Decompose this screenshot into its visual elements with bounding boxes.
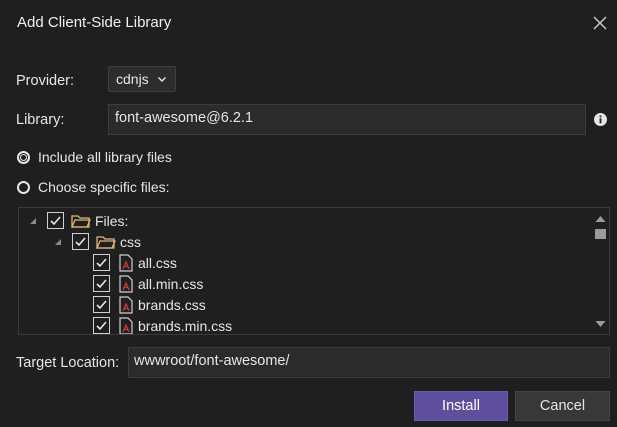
provider-select[interactable]: cdnjs xyxy=(108,66,176,92)
provider-value: cdnjs xyxy=(116,71,149,87)
file-checkbox[interactable] xyxy=(93,275,110,292)
target-location-input[interactable]: wwwroot/font-awesome/ xyxy=(128,347,610,378)
library-input[interactable]: font-awesome@6.2.1 xyxy=(108,104,586,135)
install-button[interactable]: Install xyxy=(414,391,508,421)
target-location-label: Target Location: xyxy=(16,355,120,371)
file-checkbox[interactable] xyxy=(93,317,110,334)
checkmark-icon xyxy=(75,237,86,247)
vertical-scrollbar[interactable] xyxy=(592,208,609,334)
chevron-down-icon xyxy=(157,77,166,82)
scroll-down-icon[interactable] xyxy=(595,320,606,328)
info-button[interactable] xyxy=(593,112,608,127)
cancel-button[interactable]: Cancel xyxy=(515,391,610,421)
file-icon xyxy=(119,316,133,334)
checkmark-icon xyxy=(96,300,107,310)
expander-icon[interactable] xyxy=(54,238,62,246)
tree-row-file[interactable]: all.css xyxy=(93,252,177,273)
close-button[interactable] xyxy=(590,13,610,33)
radio-unchecked-icon xyxy=(17,180,30,194)
tree-label-file: brands.css xyxy=(138,296,206,313)
file-icon xyxy=(119,253,133,272)
expander-icon[interactable] xyxy=(29,217,37,225)
tree-row-file[interactable]: brands.css xyxy=(93,294,206,315)
checkmark-icon xyxy=(96,279,107,289)
checkmark-icon xyxy=(96,321,107,331)
file-icon xyxy=(119,274,133,293)
checkmark-icon xyxy=(50,216,61,226)
dialog-title: Add Client-Side Library xyxy=(17,14,172,31)
file-checkbox[interactable] xyxy=(93,254,110,271)
file-icon xyxy=(119,295,133,314)
include-all-label: Include all library files xyxy=(38,149,172,165)
info-icon xyxy=(594,113,607,126)
tree-row-css[interactable]: css xyxy=(54,231,141,252)
tree-label-file: brands.min.css xyxy=(138,317,233,334)
include-all-radio[interactable]: Include all library files xyxy=(17,149,172,165)
file-checkbox[interactable] xyxy=(93,296,110,313)
folder-icon xyxy=(96,235,116,249)
checkmark-icon xyxy=(96,258,107,268)
tree-label-file: all.min.css xyxy=(138,275,204,292)
file-tree[interactable]: Files: css all.css all.min.css brands.cs… xyxy=(18,207,610,335)
tree-label-file: all.css xyxy=(138,254,177,271)
tree-row-file[interactable]: all.min.css xyxy=(93,273,203,294)
provider-label: Provider: xyxy=(16,73,75,89)
tree-label-files: Files: xyxy=(95,212,129,229)
tree-row-file[interactable]: brands.min.css xyxy=(93,315,233,334)
scroll-thumb[interactable] xyxy=(595,229,606,239)
tree-label-css: css xyxy=(120,233,141,250)
close-icon xyxy=(593,16,607,30)
radio-checked-icon xyxy=(17,150,30,164)
scroll-up-icon[interactable] xyxy=(595,215,606,223)
choose-specific-label: Choose specific files: xyxy=(38,179,170,195)
files-checkbox[interactable] xyxy=(47,212,64,229)
folder-icon xyxy=(71,214,91,228)
choose-specific-radio[interactable]: Choose specific files: xyxy=(17,179,170,195)
library-label: Library: xyxy=(16,112,65,128)
css-checkbox[interactable] xyxy=(72,233,89,250)
tree-row-files[interactable]: Files: xyxy=(29,210,128,231)
